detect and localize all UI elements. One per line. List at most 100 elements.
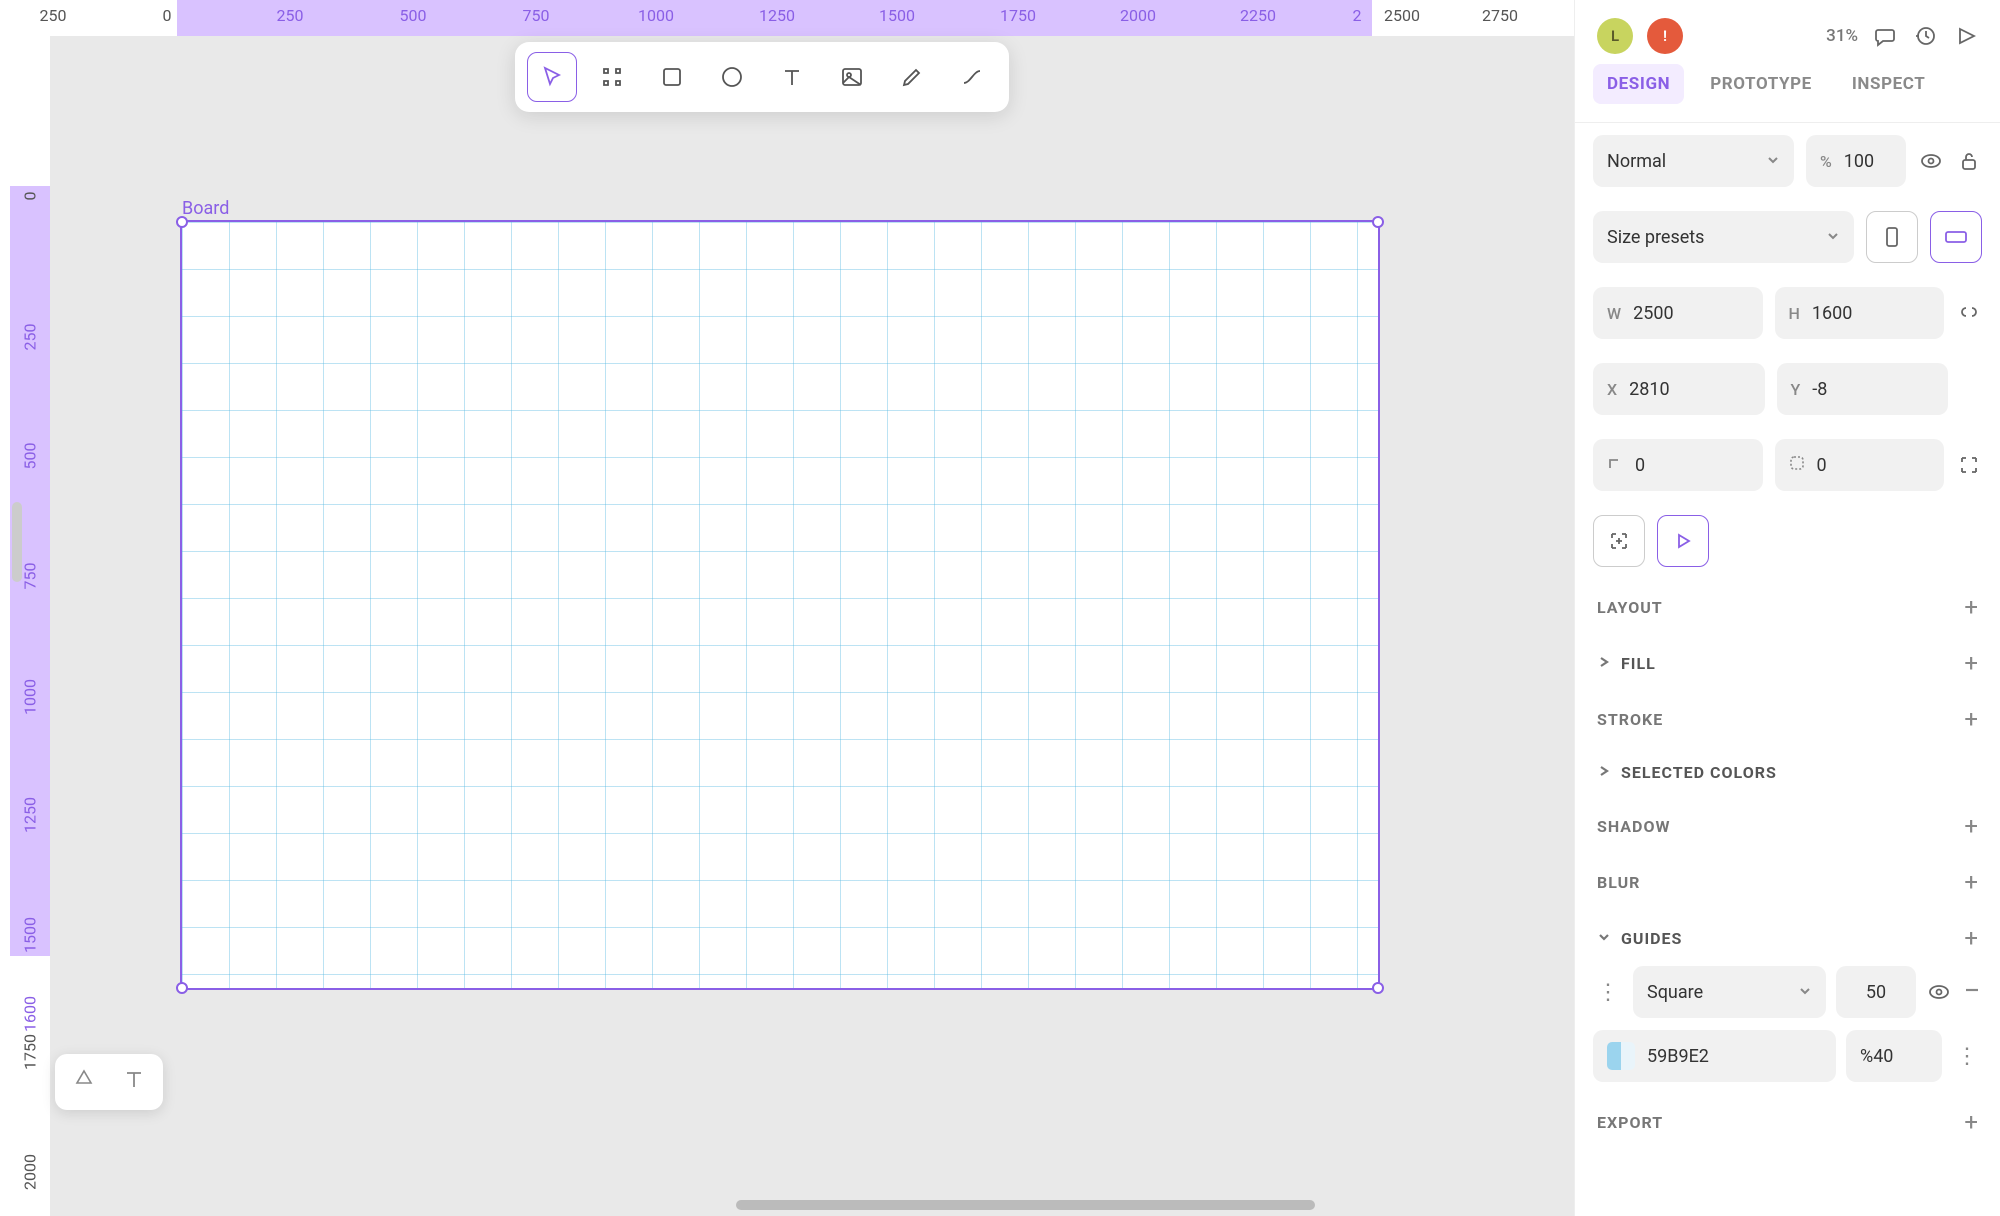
tool-cursor[interactable] (527, 52, 577, 102)
tool-frame[interactable] (587, 52, 637, 102)
guide-visibility-icon[interactable] (1926, 979, 1952, 1005)
lock-icon[interactable] (1956, 148, 1982, 174)
guide-color-more-icon[interactable]: ⋮ (1952, 1044, 1982, 1069)
radius-icon (1789, 455, 1805, 475)
guide-drag-icon[interactable]: ⋮ (1593, 980, 1623, 1005)
rotation-icon (1607, 455, 1623, 475)
tool-rect[interactable] (647, 52, 697, 102)
ruler-tick: 1250 (21, 797, 40, 833)
ruler-tick: 0 (21, 192, 40, 201)
section-blur[interactable]: BLUR+ (1575, 854, 2000, 910)
ruler-tick: 2000 (21, 1154, 40, 1190)
section-export[interactable]: EXPORT+ (1575, 1094, 2000, 1150)
tab-inspect[interactable]: INSPECT (1838, 64, 1940, 104)
tab-prototype[interactable]: PROTOTYPE (1696, 64, 1826, 104)
remove-guide-icon[interactable] (1962, 980, 1982, 1004)
blend-mode-value: Normal (1607, 151, 1666, 172)
blend-mode-select[interactable]: Normal (1593, 135, 1794, 187)
add-blur-icon[interactable]: + (1964, 870, 1978, 894)
comments-icon[interactable] (1872, 23, 1898, 49)
avatar[interactable]: ! (1647, 18, 1683, 54)
avatar[interactable]: L (1597, 18, 1633, 54)
opacity-input[interactable]: % (1806, 135, 1906, 187)
ruler-tick: 250 (40, 6, 67, 25)
chevron-down-icon (1798, 982, 1812, 1003)
clip-content-button[interactable] (1593, 515, 1645, 567)
tool-ellipse[interactable] (707, 52, 757, 102)
ruler-tick: 250 (277, 6, 304, 25)
h-scrollbar-thumb[interactable] (736, 1200, 1315, 1210)
chevron-right-icon[interactable] (1597, 763, 1611, 782)
ruler-tick: 1500 (879, 6, 915, 25)
tool-image[interactable] (827, 52, 877, 102)
zoom-level[interactable]: 31% (1826, 26, 1858, 46)
ruler-horizontal[interactable]: 2500250500750100012501500175020002250225… (0, 0, 1574, 36)
resize-handle-ne[interactable] (1372, 216, 1384, 228)
guide-type-select[interactable]: Square (1633, 966, 1826, 1018)
ruler-tick: 1500 (21, 917, 40, 953)
rotation-input[interactable] (1593, 439, 1763, 491)
v-scrollbar-thumb[interactable] (12, 502, 22, 582)
radius-input[interactable] (1775, 439, 1945, 491)
canvas[interactable]: Board (50, 36, 1574, 1216)
section-fill[interactable]: FILL+ (1575, 635, 2000, 691)
add-layout-icon[interactable]: + (1964, 595, 1978, 619)
resize-handle-se[interactable] (1372, 982, 1384, 994)
ruler-tick: 1250 (759, 6, 795, 25)
ruler-tick: 500 (400, 6, 427, 25)
board[interactable] (180, 220, 1380, 990)
chevron-down-icon (1826, 227, 1840, 248)
visibility-icon[interactable] (1918, 148, 1944, 174)
guide-color-opacity[interactable]: % 40 (1846, 1030, 1942, 1082)
chevron-down-icon (1766, 151, 1780, 172)
add-guide-icon[interactable]: + (1964, 926, 1978, 950)
ruler-tick: 1750 (1000, 6, 1036, 25)
y-input[interactable]: Y (1777, 363, 1949, 415)
section-guides[interactable]: GUIDES+ (1575, 910, 2000, 966)
panel-tabs: DESIGN PROTOTYPE INSPECT (1575, 64, 2000, 123)
section-stroke[interactable]: STROKE+ (1575, 691, 2000, 747)
height-input[interactable]: H (1775, 287, 1945, 339)
chevron-down-icon[interactable] (1597, 929, 1611, 948)
toolbar (515, 42, 1009, 112)
link-wh-icon[interactable] (1956, 300, 1982, 326)
panel-header: L ! 31% (1575, 0, 2000, 64)
h-scrollbar[interactable] (50, 1198, 1574, 1212)
corners-independent-icon[interactable] (1956, 452, 1982, 478)
ruler-tick: 1600 (21, 996, 40, 1032)
tool-pen[interactable] (887, 52, 937, 102)
add-export-icon[interactable]: + (1964, 1110, 1978, 1134)
ruler-tick: 500 (21, 443, 40, 470)
resize-handle-nw[interactable] (176, 216, 188, 228)
opacity-value[interactable] (1844, 151, 1892, 172)
chevron-right-icon[interactable] (1597, 654, 1611, 673)
ruler-tick: 250 (21, 324, 40, 351)
guide-color-chip[interactable]: 59B9E2 (1593, 1030, 1836, 1082)
orientation-portrait[interactable] (1866, 211, 1918, 263)
section-shadow[interactable]: SHADOW+ (1575, 798, 2000, 854)
width-input[interactable]: W (1593, 287, 1763, 339)
play-icon[interactable] (1952, 23, 1978, 49)
mini-text-icon[interactable] (123, 1068, 145, 1096)
tab-design[interactable]: DESIGN (1593, 64, 1684, 104)
guide-size-input[interactable]: 50 (1836, 966, 1916, 1018)
mini-shape-icon[interactable] (73, 1068, 95, 1096)
orientation-landscape[interactable] (1930, 211, 1982, 263)
add-stroke-icon[interactable]: + (1964, 707, 1978, 731)
tool-curve[interactable] (947, 52, 997, 102)
size-presets-select[interactable]: Size presets (1593, 211, 1854, 263)
board-label[interactable]: Board (182, 198, 229, 219)
resize-handle-sw[interactable] (176, 982, 188, 994)
v-scrollbar-left[interactable] (10, 470, 24, 630)
x-input[interactable]: X (1593, 363, 1765, 415)
history-icon[interactable] (1912, 23, 1938, 49)
ruler-tick: 0 (163, 6, 172, 25)
tool-text[interactable] (767, 52, 817, 102)
add-shadow-icon[interactable]: + (1964, 814, 1978, 838)
section-selected-colors[interactable]: SELECTED COLORS (1575, 747, 2000, 798)
add-fill-icon[interactable]: + (1964, 651, 1978, 675)
mini-toolbar (55, 1054, 163, 1110)
right-panel: L ! 31% DESIGN PROTOTYPE INSPECT Normal … (1574, 0, 2000, 1216)
show-in-viewer-button[interactable] (1657, 515, 1709, 567)
section-layout[interactable]: LAYOUT+ (1575, 579, 2000, 635)
